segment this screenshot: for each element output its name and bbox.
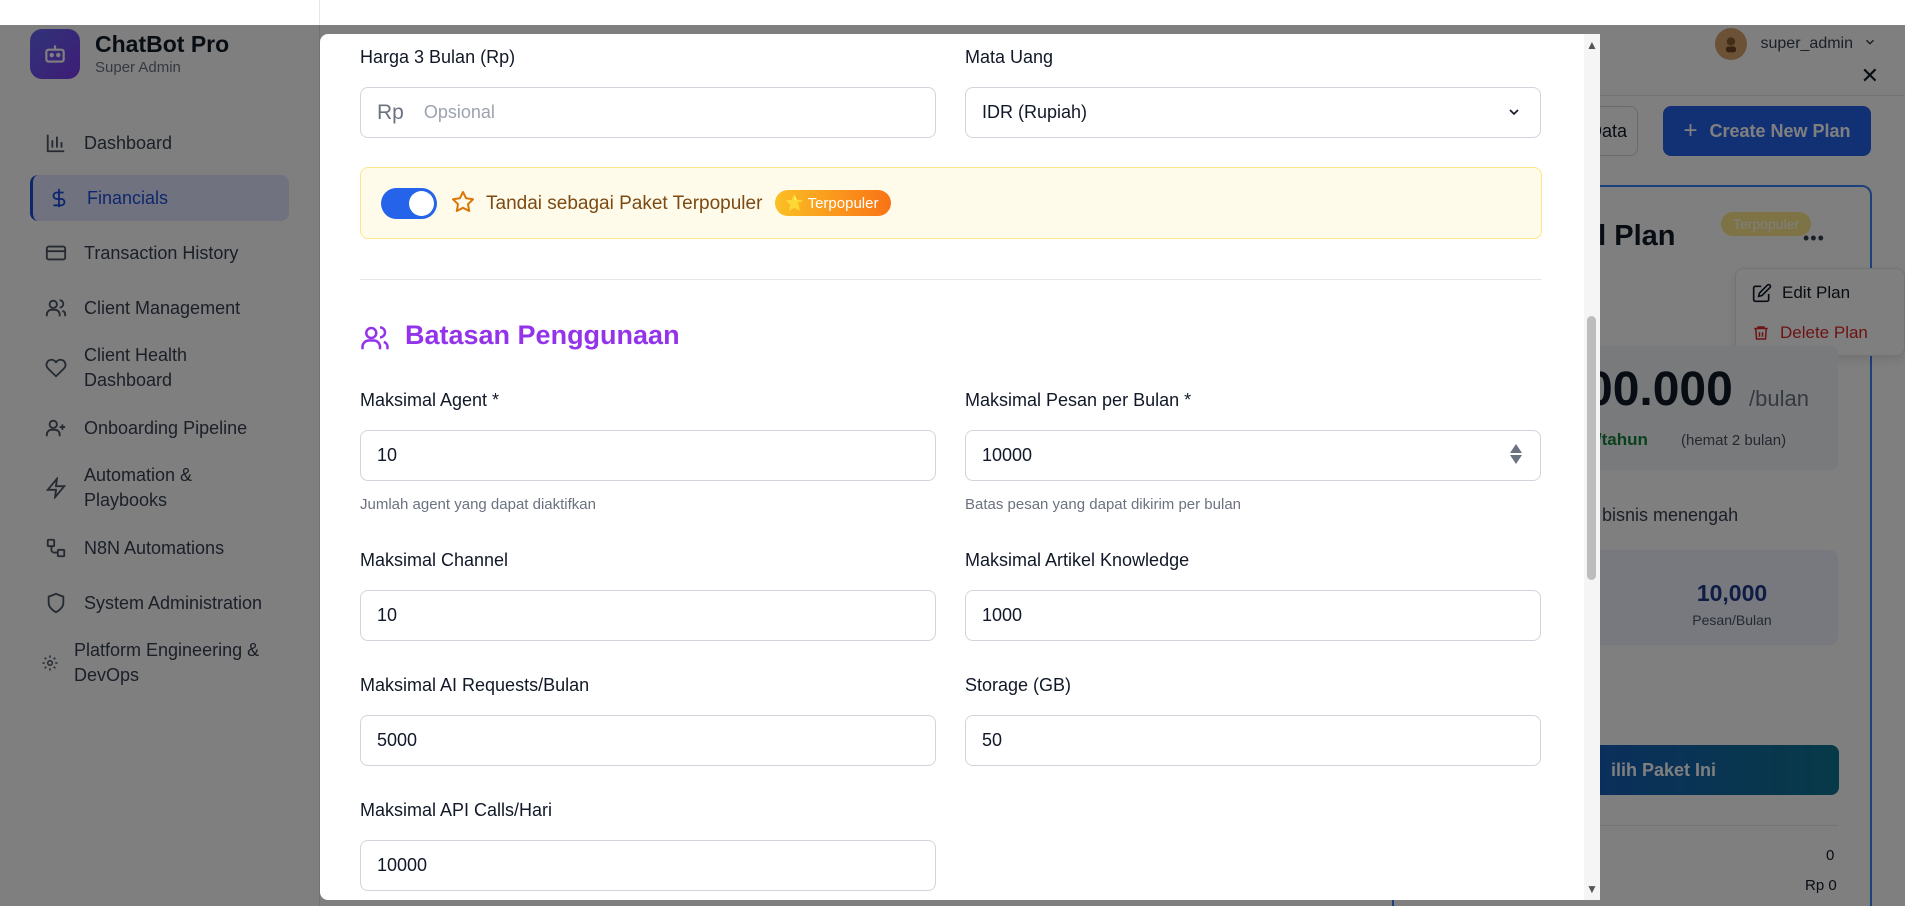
scroll-down-icon[interactable]: ▼ [1586,882,1598,896]
currency-select[interactable]: IDR (Rupiah) [965,87,1541,138]
max-ai-requests-input[interactable]: 5000 [360,715,936,766]
chevron-down-icon [1506,104,1522,125]
max-agent-hint: Jumlah agent yang dapat diaktifkan [360,496,596,513]
max-agent-input[interactable]: 10 [360,430,936,481]
max-channel-label: Maksimal Channel [360,550,509,570]
max-messages-input[interactable]: 10000 [965,430,1541,481]
storage-label: Storage (GB) [965,675,1072,695]
scrollbar-thumb[interactable] [1587,316,1596,580]
price-3-month-input[interactable]: Rp Opsional [360,87,936,138]
scroll-up-icon[interactable]: ▲ [1586,38,1598,52]
max-messages-label: Maksimal Pesan per Bulan * [965,390,1192,410]
currency-label: Mata Uang [965,47,1054,67]
number-spinner-icon[interactable] [1510,444,1522,464]
star-icon [451,190,475,214]
max-channel-input[interactable]: 10 [360,590,936,641]
users-icon [360,323,390,353]
currency-select-value: IDR (Rupiah) [982,102,1088,122]
max-ai-requests-label: Maksimal AI Requests/Bulan [360,675,590,695]
max-messages-hint: Batas pesan yang dapat dikirim per bulan [965,496,1242,513]
popular-toggle[interactable] [381,188,437,219]
storage-input[interactable]: 50 [965,715,1541,766]
max-api-calls-input[interactable]: 10000 [360,840,936,891]
max-api-calls-label: Maksimal API Calls/Hari [360,800,553,820]
currency-prefix: Rp [377,100,404,124]
limits-section-title: Batasan Penggunaan [405,320,680,350]
toggle-knob [409,191,434,216]
max-articles-label: Maksimal Artikel Knowledge [965,550,1190,570]
popular-toggle-label: Tandai sebagai Paket Terpopuler [486,193,763,214]
price-3-month-placeholder: Opsional [423,102,495,122]
section-divider [360,279,1542,280]
max-agent-label: Maksimal Agent * [360,390,500,410]
max-messages-value: 10000 [982,445,1033,465]
price-3-month-label: Harga 3 Bulan (Rp) [360,47,516,67]
max-articles-input[interactable]: 1000 [965,590,1541,641]
popular-badge: ⭐ Terpopuler [775,190,892,216]
